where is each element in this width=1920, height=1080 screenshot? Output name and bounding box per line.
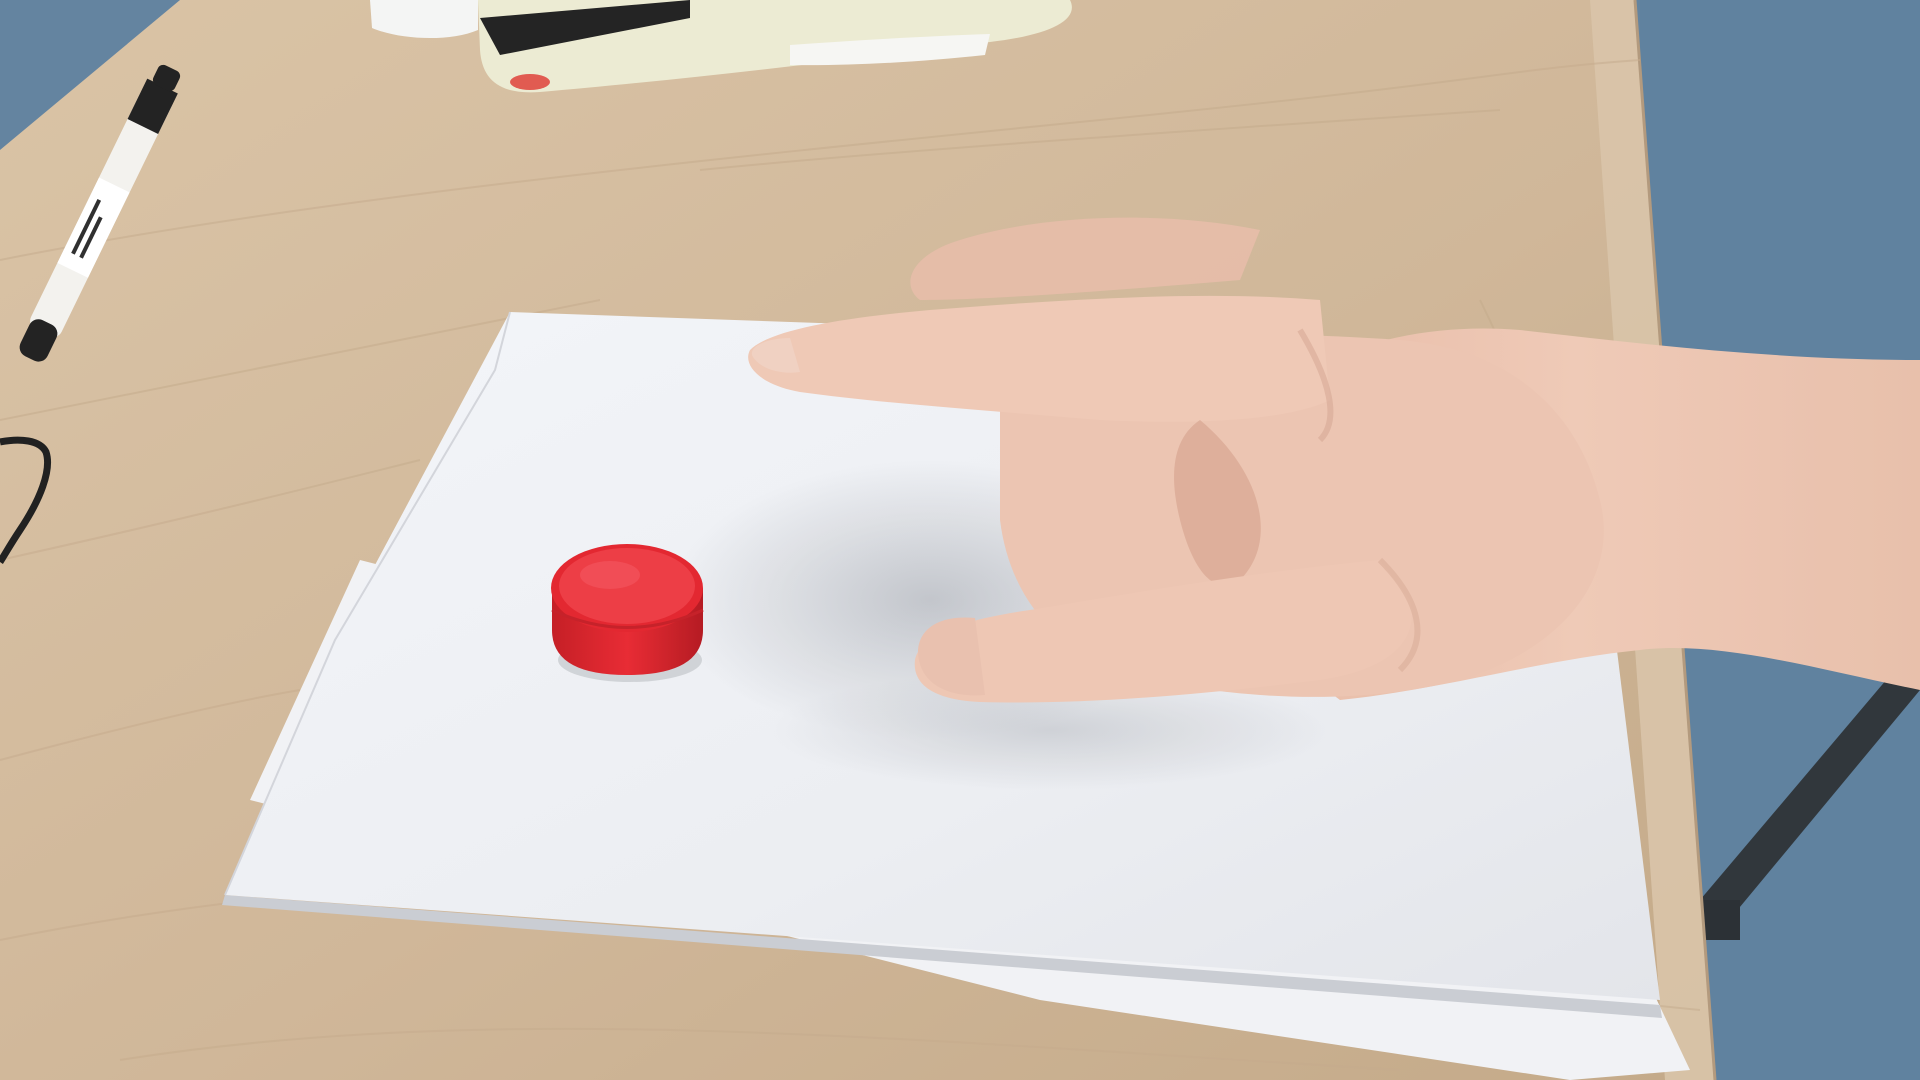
light-overlay [0,0,1920,1080]
scene-svg [0,0,1920,1080]
photo-scene [0,0,1920,1080]
